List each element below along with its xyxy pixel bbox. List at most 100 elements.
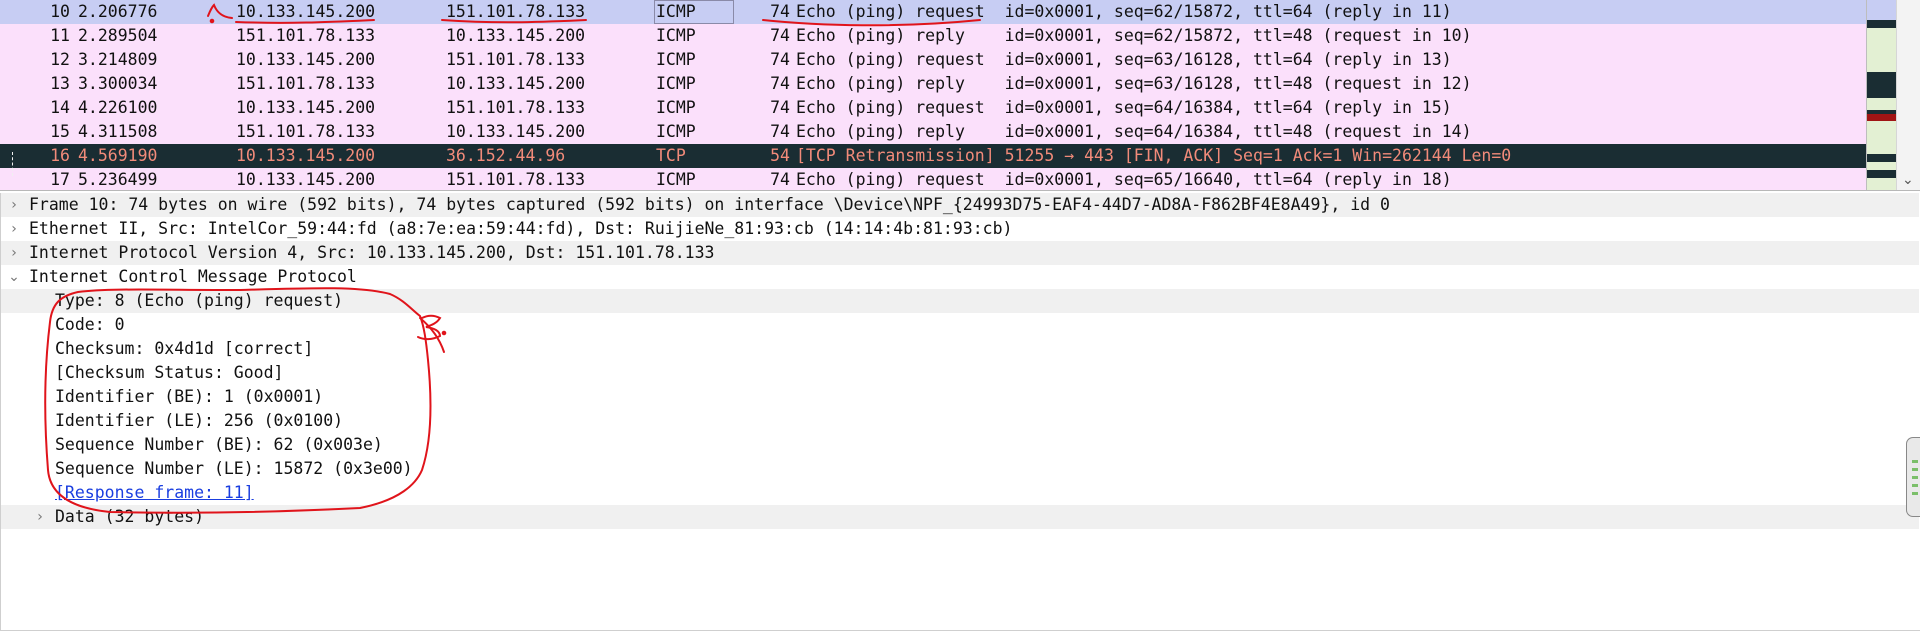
dashed-marker <box>12 152 14 176</box>
chevron-down-icon[interactable]: ⌄ <box>7 265 21 289</box>
packet-source: 151.101.78.133 <box>236 26 376 45</box>
minimap-segment <box>1867 28 1897 68</box>
icmp-field-label: Type: 8 (Echo (ping) request) <box>55 291 344 310</box>
minimap-segment <box>1867 154 1897 162</box>
packet-source: 10.133.145.200 <box>236 2 376 21</box>
packet-row[interactable]: 14 4.226100 10.133.145.200 151.101.78.13… <box>0 96 1866 120</box>
tree-node-label: Ethernet II, Src: IntelCor_59:44:fd (a8:… <box>29 219 1013 238</box>
handle-grip <box>1912 476 1918 479</box>
icmp-field[interactable]: Code: 0 <box>1 313 1919 337</box>
minimap-segment <box>1867 114 1897 121</box>
packet-list-scrollbar[interactable]: ⌄ <box>1896 0 1920 190</box>
packet-protocol: ICMP <box>656 74 696 93</box>
packet-row[interactable]: 11 2.289504 151.101.78.133 10.133.145.20… <box>0 24 1866 48</box>
tree-node-frame[interactable]: › Frame 10: 74 bytes on wire (592 bits),… <box>1 193 1919 217</box>
packet-number: 10 <box>50 2 70 21</box>
packet-protocol: ICMP <box>656 2 696 21</box>
tree-node-ipv4[interactable]: › Internet Protocol Version 4, Src: 10.1… <box>1 241 1919 265</box>
icmp-field[interactable]: Identifier (BE): 1 (0x0001) <box>1 385 1919 409</box>
packet-length: 54 <box>770 146 790 165</box>
packet-protocol: TCP <box>656 146 686 165</box>
packet-number: 14 <box>50 98 70 117</box>
packet-info: Echo (ping) reply id=0x0001, seq=62/1587… <box>796 26 1472 45</box>
packet-time: 3.300034 <box>78 74 158 93</box>
minimap-segment <box>1867 72 1897 98</box>
handle-grip <box>1912 460 1918 463</box>
packet-source: 10.133.145.200 <box>236 170 376 189</box>
packet-time: 4.311508 <box>78 122 158 141</box>
icmp-field-label: Code: 0 <box>55 315 125 334</box>
packet-row[interactable]: 10 2.206776 10.133.145.200 151.101.78.13… <box>0 0 1866 24</box>
packet-number: 12 <box>50 50 70 69</box>
icmp-field[interactable]: Sequence Number (LE): 15872 (0x3e00) <box>1 457 1919 481</box>
packet-number: 17 <box>50 170 70 189</box>
packet-destination: 151.101.78.133 <box>446 170 586 189</box>
packet-length: 74 <box>770 170 790 189</box>
packet-info: Echo (ping) request id=0x0001, seq=63/16… <box>796 50 1452 69</box>
packet-row[interactable]: 16 4.569190 10.133.145.200 36.152.44.96 … <box>0 144 1866 168</box>
packet-info: Echo (ping) request id=0x0001, seq=64/16… <box>796 98 1452 117</box>
packet-time: 4.226100 <box>78 98 158 117</box>
packet-source: 151.101.78.133 <box>236 122 376 141</box>
packet-minimap[interactable] <box>1866 0 1897 190</box>
packet-source: 151.101.78.133 <box>236 74 376 93</box>
packet-row[interactable]: 12 3.214809 10.133.145.200 151.101.78.13… <box>0 48 1866 72</box>
chevron-right-icon[interactable]: › <box>7 193 21 217</box>
packet-destination: 151.101.78.133 <box>446 2 586 21</box>
tree-node-ethernet[interactable]: › Ethernet II, Src: IntelCor_59:44:fd (a… <box>1 217 1919 241</box>
icmp-field[interactable]: Identifier (LE): 256 (0x0100) <box>1 409 1919 433</box>
icmp-field[interactable]: Checksum: 0x4d1d [correct] <box>1 337 1919 361</box>
packet-number: 15 <box>50 122 70 141</box>
packet-info: Echo (ping) reply id=0x0001, seq=63/1612… <box>796 74 1472 93</box>
response-frame-row[interactable]: [Response frame: 11] <box>1 481 1919 505</box>
chevron-right-icon[interactable]: › <box>7 241 21 265</box>
packet-row[interactable]: 17 5.236499 10.133.145.200 151.101.78.13… <box>0 168 1866 190</box>
packet-info: [TCP Retransmission] 51255 → 443 [FIN, A… <box>796 146 1512 165</box>
packet-time: 2.206776 <box>78 2 158 21</box>
packet-length: 74 <box>770 2 790 21</box>
handle-grip <box>1912 484 1918 487</box>
packet-length: 74 <box>770 98 790 117</box>
tree-node-label: Internet Control Message Protocol <box>29 267 357 286</box>
packet-length: 74 <box>770 50 790 69</box>
packet-protocol: ICMP <box>656 98 696 117</box>
icmp-field-label: Sequence Number (LE): 15872 (0x3e00) <box>55 459 413 478</box>
packet-list-pane[interactable]: → ← 10 2.206776 10.133.145.200 151.101.7… <box>0 0 1920 191</box>
tree-node-label: Internet Protocol Version 4, Src: 10.133… <box>29 243 715 262</box>
packet-source: 10.133.145.200 <box>236 50 376 69</box>
icmp-field[interactable]: Type: 8 (Echo (ping) request) <box>1 289 1919 313</box>
packet-protocol: ICMP <box>656 122 696 141</box>
icmp-field-label: Sequence Number (BE): 62 (0x003e) <box>55 435 383 454</box>
packet-row[interactable]: 13 3.300034 151.101.78.133 10.133.145.20… <box>0 72 1866 96</box>
chevron-right-icon[interactable]: › <box>7 217 21 241</box>
scroll-down-icon[interactable]: ⌄ <box>1902 172 1914 188</box>
icmp-field[interactable]: Sequence Number (BE): 62 (0x003e) <box>1 433 1919 457</box>
packet-destination: 10.133.145.200 <box>446 26 586 45</box>
packet-info: Echo (ping) reply id=0x0001, seq=64/1638… <box>796 122 1472 141</box>
packet-details-pane[interactable]: › Frame 10: 74 bytes on wire (592 bits),… <box>0 193 1920 631</box>
tree-node-label: Data (32 bytes) <box>55 507 205 526</box>
tree-node-data[interactable]: › Data (32 bytes) <box>1 505 1919 529</box>
packet-time: 5.236499 <box>78 170 158 189</box>
response-frame-link[interactable]: [Response frame: 11] <box>55 481 254 505</box>
packet-protocol: ICMP <box>656 170 696 189</box>
packet-info: Echo (ping) request id=0x0001, seq=65/16… <box>796 170 1452 189</box>
packet-length: 74 <box>770 122 790 141</box>
minimap-segment <box>1867 20 1897 28</box>
packet-number: 11 <box>50 26 70 45</box>
icmp-field-label: Identifier (LE): 256 (0x0100) <box>55 411 344 430</box>
packet-source: 10.133.145.200 <box>236 146 376 165</box>
minimap-segment <box>1867 0 1897 20</box>
handle-grip <box>1912 468 1918 471</box>
chevron-right-icon[interactable]: › <box>33 505 47 529</box>
icmp-field[interactable]: [Checksum Status: Good] <box>1 361 1919 385</box>
packet-row[interactable]: 15 4.311508 151.101.78.133 10.133.145.20… <box>0 120 1866 144</box>
handle-grip <box>1912 492 1918 495</box>
packet-time: 4.569190 <box>78 146 158 165</box>
packet-destination: 10.133.145.200 <box>446 74 586 93</box>
packet-destination: 36.152.44.96 <box>446 146 566 165</box>
tree-node-icmp[interactable]: ⌄ Internet Control Message Protocol <box>1 265 1919 289</box>
packet-time: 2.289504 <box>78 26 158 45</box>
side-panel-handle[interactable] <box>1906 437 1920 517</box>
packet-destination: 151.101.78.133 <box>446 98 586 117</box>
